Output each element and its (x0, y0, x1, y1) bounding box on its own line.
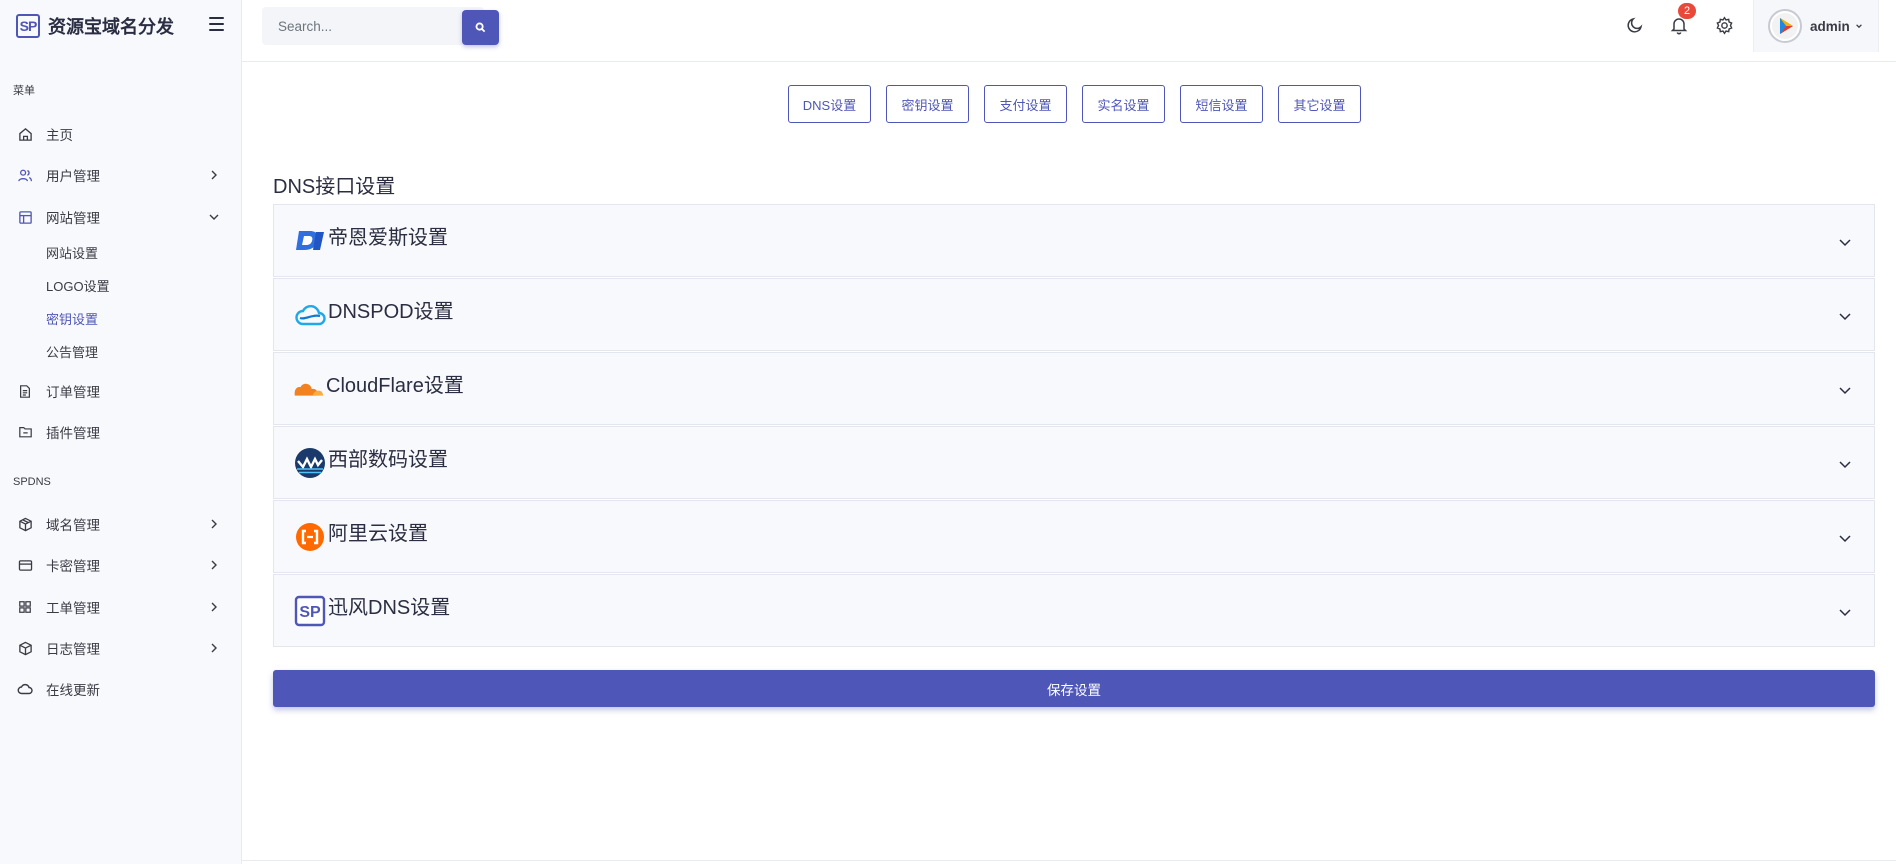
cloud-icon (17, 681, 33, 697)
sidebar-item-home[interactable]: 主页 (0, 119, 241, 149)
sidebar-item-label: 用户管理 (46, 169, 100, 184)
brand[interactable]: SP 资源宝域名分发 (0, 0, 241, 52)
sp-logo-icon: SP (294, 595, 326, 627)
sidebar-subitem-site-settings[interactable]: 网站设置 (46, 244, 98, 264)
search-icon (475, 22, 486, 33)
credit-card-icon (17, 557, 33, 573)
dark-mode-toggle[interactable] (1624, 14, 1646, 36)
accordion-title: 迅风DNS设置 (328, 597, 451, 619)
menu-section-label: SPDNS (13, 476, 51, 488)
brand-title: 资源宝域名分发 (48, 17, 174, 37)
accordion-title: 西部数码设置 (328, 449, 448, 471)
chevron-down-icon (1839, 535, 1851, 543)
username: admin (1810, 18, 1850, 34)
chevron-right-icon (211, 602, 217, 612)
avatar (1768, 9, 1802, 43)
tab-realname-settings[interactable]: 实名设置 (1082, 85, 1165, 123)
chevron-down-icon (1855, 24, 1862, 29)
sidebar-item-label: 网站管理 (46, 211, 100, 226)
sidebar-subitem-logo-settings[interactable]: LOGO设置 (46, 277, 110, 297)
accordion-dnsla[interactable]: 帝恩爱斯设置 (273, 204, 1875, 277)
chevron-right-icon (211, 170, 217, 180)
chevron-down-icon (1839, 387, 1851, 395)
sidebar-item-label: 订单管理 (46, 385, 100, 400)
sidebar-item-users[interactable]: 用户管理 (0, 160, 241, 190)
search-button[interactable] (462, 10, 499, 45)
chevron-down-icon (1839, 313, 1851, 321)
sidebar-subitem-notice[interactable]: 公告管理 (46, 343, 98, 363)
tab-key-settings[interactable]: 密钥设置 (886, 85, 969, 123)
sidebar-item-tickets[interactable]: 工单管理 (0, 592, 241, 622)
cloudflare-cloud-icon (292, 373, 324, 405)
moon-icon (1627, 17, 1643, 33)
chevron-down-icon (209, 214, 219, 220)
save-settings-button[interactable]: 保存设置 (273, 670, 1875, 707)
package-icon (17, 640, 33, 656)
chevron-down-icon (1839, 609, 1851, 617)
tab-other-settings[interactable]: 其它设置 (1278, 85, 1361, 123)
document-icon (17, 383, 33, 399)
search-box (262, 7, 499, 45)
sidebar-item-label: 插件管理 (46, 426, 100, 441)
grid-icon (17, 599, 33, 615)
tab-dns-settings[interactable]: DNS设置 (788, 85, 871, 123)
sidebar-item-cards[interactable]: 卡密管理 (0, 550, 241, 580)
sidebar-item-logs[interactable]: 日志管理 (0, 633, 241, 663)
accordion-aliyun[interactable]: 阿里云设置 (273, 500, 1875, 573)
menu-section-label: 菜单 (13, 85, 35, 97)
accordion-cloudflare[interactable]: CloudFlare设置 (273, 352, 1875, 425)
box-icon (17, 516, 33, 532)
sidebar-item-label: 在线更新 (46, 683, 100, 698)
home-icon (17, 126, 33, 142)
user-menu[interactable]: admin (1753, 0, 1879, 52)
sidebar-subitem-key-settings[interactable]: 密钥设置 (46, 310, 98, 330)
accordion-title: DNSPOD设置 (328, 301, 454, 323)
sidebar-item-label: 工单管理 (46, 601, 100, 616)
chevron-down-icon (1839, 239, 1851, 247)
chevron-down-icon (1839, 461, 1851, 469)
sidebar-item-label: 日志管理 (46, 642, 100, 657)
accordion-title: 阿里云设置 (328, 523, 428, 545)
chevron-right-icon (211, 519, 217, 529)
menu-toggle-icon[interactable] (209, 17, 224, 31)
layout-icon (17, 209, 33, 225)
sidebar-item-plugins[interactable]: 插件管理 (0, 417, 241, 447)
sidebar-item-label: 域名管理 (46, 518, 100, 533)
sidebar-item-label: 主页 (46, 128, 73, 143)
tab-sms-settings[interactable]: 短信设置 (1180, 85, 1263, 123)
sidebar: SP 资源宝域名分发 菜单 主页 用户管理 网站管理 网站设置 LOGO设置 密… (0, 0, 242, 864)
sidebar-item-orders[interactable]: 订单管理 (0, 376, 241, 406)
brand-logo: SP (16, 14, 40, 38)
chevron-right-icon (211, 560, 217, 570)
dnspod-cloud-icon (294, 299, 326, 331)
svg-text:SP: SP (299, 604, 321, 621)
notification-badge: 2 (1678, 3, 1696, 19)
users-icon (17, 167, 33, 183)
accordion-dnspod[interactable]: DNSPOD设置 (273, 278, 1875, 351)
accordion-xunfeng[interactable]: SP 迅风DNS设置 (273, 574, 1875, 647)
sidebar-item-domains[interactable]: 域名管理 (0, 509, 241, 539)
accordion-title: 帝恩爱斯设置 (328, 227, 448, 249)
aliyun-logo-icon (294, 521, 326, 553)
play-logo-icon (1772, 13, 1798, 39)
west-cn-logo-icon (294, 447, 326, 479)
sidebar-item-update[interactable]: 在线更新 (0, 674, 241, 704)
dns-la-logo-icon (294, 225, 326, 257)
search-input[interactable] (262, 7, 437, 45)
settings-button[interactable] (1713, 14, 1735, 36)
accordion-title: CloudFlare设置 (326, 375, 464, 397)
accordion-westcn[interactable]: 西部数码设置 (273, 426, 1875, 499)
footer-divider (242, 860, 1896, 861)
tab-payment-settings[interactable]: 支付设置 (984, 85, 1067, 123)
folder-icon (17, 424, 33, 440)
section-title: DNS接口设置 (273, 176, 396, 198)
sidebar-item-site[interactable]: 网站管理 (0, 202, 241, 232)
topbar (242, 0, 1896, 62)
chevron-right-icon (211, 643, 217, 653)
sidebar-item-label: 卡密管理 (46, 559, 100, 574)
gear-icon (1715, 15, 1733, 35)
